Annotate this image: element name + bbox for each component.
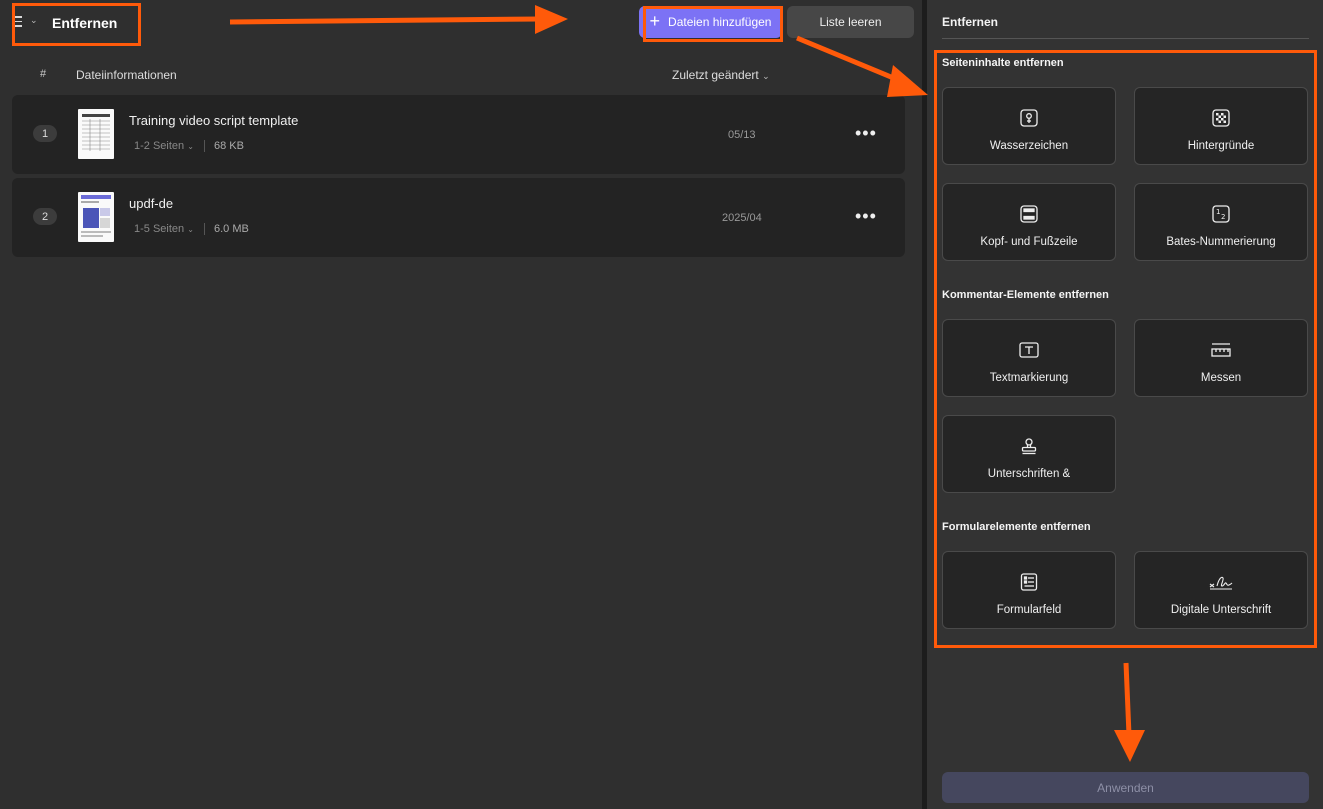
clear-list-button[interactable]: Liste leeren [787,6,914,38]
file-size: 68 KB [214,140,244,152]
document-thumbnail [78,192,114,242]
add-files-button[interactable]: + Dateien hinzufügen [639,6,782,38]
panel-title: Entfernen [942,15,999,29]
chevron-down-icon: ⌄ [762,71,770,81]
checkerboard-icon [1135,108,1307,128]
row-index: 1 [33,125,57,142]
ruler-icon [1135,340,1307,360]
page-title: Entfernen [52,15,118,31]
table-row[interactable]: 1 Training video script template 1-2 Sei… [12,95,905,174]
option-label: Wasserzeichen [989,140,1069,152]
option-label: Formularfeld [996,604,1062,616]
remove-backgrounds-option[interactable]: Hintergründe [1134,87,1308,165]
menu-icon[interactable] [14,14,24,28]
remove-digital-signature-option[interactable]: Digitale Unterschrift [1134,551,1308,629]
plus-icon: + [649,11,661,31]
divider [204,140,205,152]
chevron-down-icon[interactable]: ⌄ [30,15,38,26]
column-header-modified[interactable]: Zuletzt geändert ⌄ [672,68,770,82]
page-range-label: 1-5 Seiten [134,223,185,235]
modified-date: 2025/04 [722,212,762,224]
column-header-modified-label: Zuletzt geändert [672,68,759,82]
row-index: 2 [33,208,57,225]
document-thumbnail [78,109,114,159]
section-title-form-elements: Formularelemente entfernen [942,521,1091,533]
option-label: Digitale Unterschrift [1170,604,1272,616]
remove-header-footer-option[interactable]: Kopf- und Fußzeile [942,183,1116,261]
option-label: Kopf- und Fußzeile [980,236,1078,248]
option-label: Bates-Nummerierung [1166,236,1276,248]
more-options-icon[interactable]: ••• [855,206,877,227]
file-size: 6.0 MB [214,223,249,235]
apply-button[interactable]: Anwenden [942,772,1309,803]
section-title-comment-elements: Kommentar-Elemente entfernen [942,289,1109,301]
page-range-dropdown[interactable]: 1-2 Seiten ⌄ [134,140,194,152]
signature-icon [1135,572,1307,592]
option-label: Textmarkierung [989,372,1069,384]
option-label: Unterschriften & [987,468,1071,480]
remove-text-markup-option[interactable]: Textmarkierung [942,319,1116,397]
column-header-info: Dateiinformationen [76,68,177,82]
option-label: Hintergründe [1187,140,1255,152]
svg-text:2: 2 [1221,213,1225,221]
remove-measure-option[interactable]: Messen [1134,319,1308,397]
chevron-down-icon: ⌄ [187,142,194,151]
header-footer-icon [943,204,1115,224]
stamp-icon [943,436,1115,456]
add-files-label: Dateien hinzufügen [668,15,772,29]
page-range-label: 1-2 Seiten [134,140,185,152]
page-range-dropdown[interactable]: 1-5 Seiten ⌄ [134,223,194,235]
divider [942,38,1309,39]
divider [204,223,205,235]
table-row[interactable]: 2 updf-de 1-5 Seiten ⌄ 6.0 MB 2025/04 ••… [12,178,905,257]
remove-bates-numbering-option[interactable]: 1 2 Bates-Nummerierung [1134,183,1308,261]
option-label: Messen [1200,372,1242,384]
bates-numbering-icon: 1 2 [1135,204,1307,224]
form-field-icon [943,572,1115,592]
file-name: updf-de [129,196,174,211]
modified-date: 05/13 [728,129,756,141]
svg-text:1: 1 [1216,208,1220,216]
watermark-icon [943,108,1115,128]
remove-watermark-option[interactable]: Wasserzeichen [942,87,1116,165]
more-options-icon[interactable]: ••• [855,123,877,144]
remove-panel: Entfernen Seiteninhalte entfernen Wasser… [927,0,1323,809]
remove-signatures-option[interactable]: Unterschriften & [942,415,1116,493]
chevron-down-icon: ⌄ [187,225,194,234]
column-header-number: # [40,68,47,80]
text-markup-icon [943,340,1115,360]
file-list-area: ⌄ Entfernen + Dateien hinzufügen Liste l… [0,0,922,809]
remove-form-field-option[interactable]: Formularfeld [942,551,1116,629]
section-title-page-content: Seiteninhalte entfernen [942,57,1064,69]
file-name: Training video script template [129,113,299,128]
